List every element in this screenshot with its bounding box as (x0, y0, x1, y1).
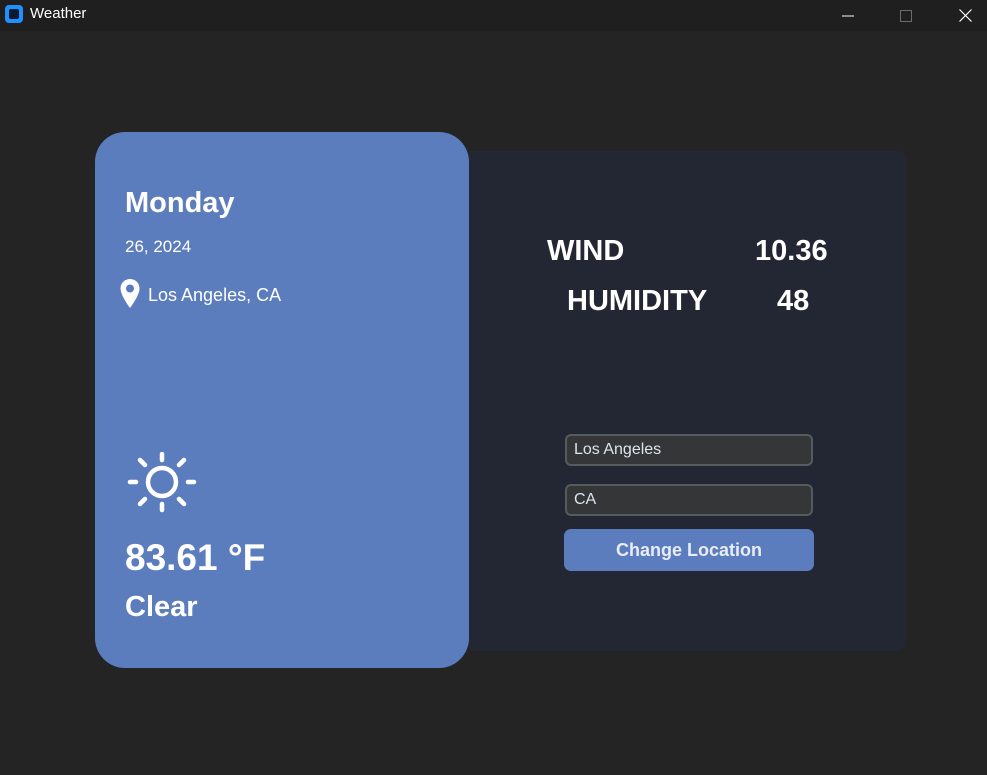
minimize-button[interactable] (825, 0, 871, 31)
weather-window: Weather Monday 26, 2024 Los Angeles, CA (0, 0, 987, 775)
location-label: Los Angeles, CA (148, 285, 282, 305)
window-title: Weather (30, 5, 87, 22)
weather-condition: Clear (125, 591, 198, 623)
map-pin-icon (120, 279, 140, 308)
change-location-button[interactable]: Change Location (564, 529, 814, 571)
state-input[interactable] (565, 484, 813, 516)
wind-label: WIND (547, 235, 625, 267)
temperature-reading: 83.61 °F (125, 537, 266, 578)
app-icon (5, 5, 23, 23)
minimize-icon (842, 15, 854, 16)
details-panel: WIND 10.36 HUMIDITY 48 Change Location (469, 151, 906, 651)
current-weather-card: Monday 26, 2024 Los Angeles, CA 83.61 °F… (95, 132, 469, 668)
close-button[interactable] (942, 0, 987, 31)
close-icon (958, 9, 972, 22)
maximize-icon (900, 9, 912, 22)
humidity-value: 48 (777, 285, 810, 317)
day-of-week: Monday (125, 187, 235, 219)
city-input[interactable] (565, 434, 813, 466)
humidity-label: HUMIDITY (567, 285, 708, 317)
title-bar: Weather (0, 0, 987, 31)
sun-icon (127, 452, 197, 513)
maximize-button[interactable] (883, 0, 929, 31)
date-label: 26, 2024 (125, 237, 192, 256)
wind-value: 10.36 (755, 235, 828, 267)
